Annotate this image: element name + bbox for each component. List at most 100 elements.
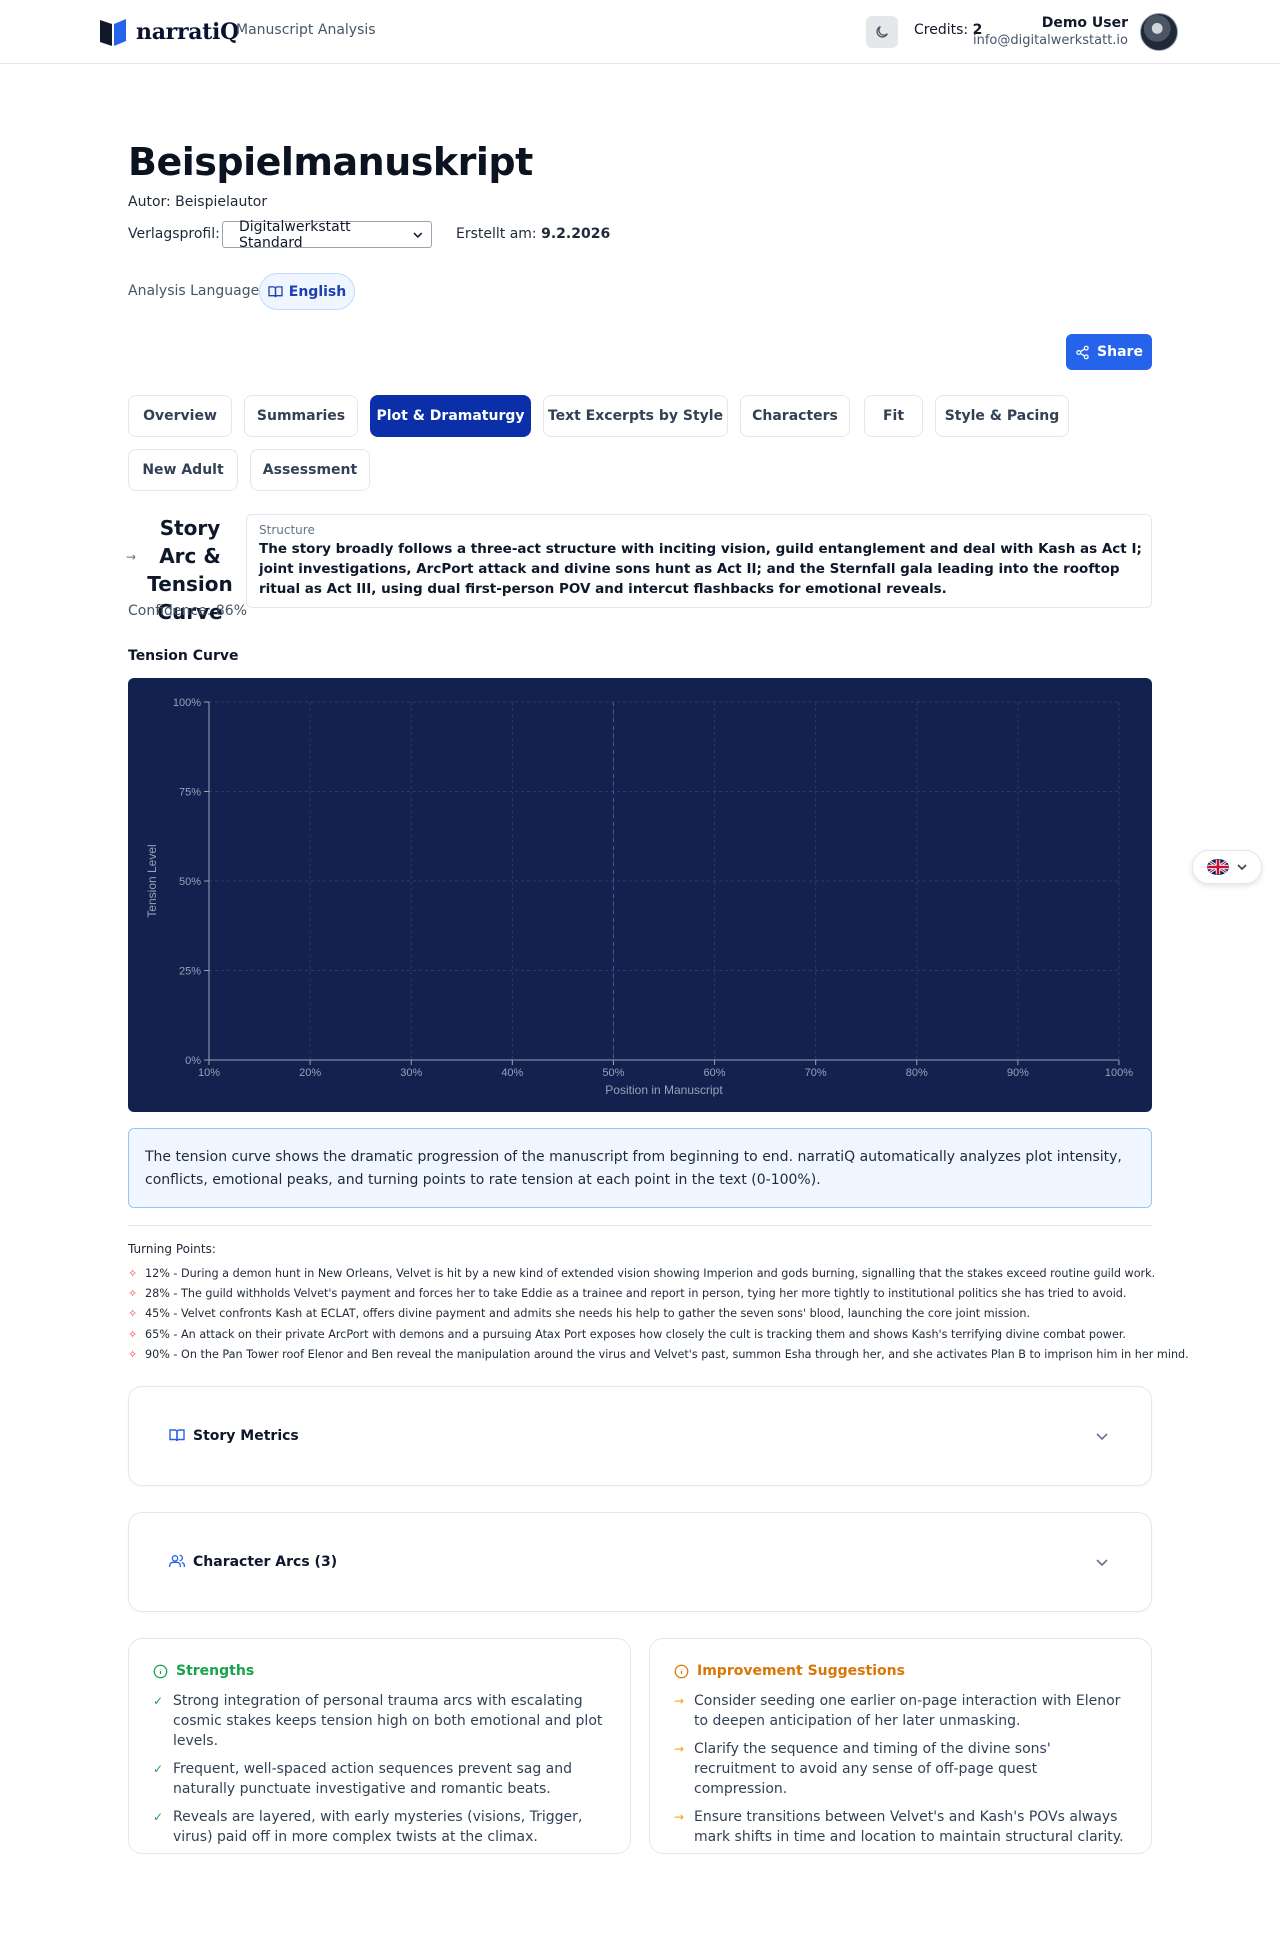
turning-point-item: ✧ 45% - Velvet confronts Kash at ECLAT, o… xyxy=(128,1304,1168,1324)
turning-point-icon: ✧ xyxy=(128,1266,138,1280)
trend-arrow-icon: → xyxy=(126,550,137,564)
book-logo-icon xyxy=(100,19,126,46)
improvement-text: Clarify the sequence and timing of the d… xyxy=(694,1741,1051,1797)
uk-flag-icon xyxy=(1207,859,1229,875)
x-tick-label: 80% xyxy=(906,1067,928,1079)
turning-point-icon: ✧ xyxy=(128,1307,138,1321)
strengths-card: Strengths ✓ Strong integration of persona… xyxy=(128,1638,631,1854)
share-label: Share xyxy=(1097,344,1143,360)
info-circle-icon xyxy=(153,1664,168,1678)
tab-summaries[interactable]: Summaries xyxy=(244,395,358,437)
strength-item: ✓ Strong integration of personal trauma a… xyxy=(153,1691,608,1751)
character-arcs-accordion[interactable]: Character Arcs (3) xyxy=(128,1512,1152,1612)
divider xyxy=(128,1225,1152,1226)
strengths-title: Strengths xyxy=(176,1663,255,1679)
turning-points-list: ✧ 12% - During a demon hunt in New Orlean… xyxy=(128,1263,1189,1364)
structure-box: Structure The story broadly follows a th… xyxy=(246,514,1152,608)
share-button[interactable]: Share xyxy=(1066,334,1152,370)
improvement-item: → Clarify the sequence and timing of the … xyxy=(674,1739,1129,1799)
y-tick-label: 0% xyxy=(185,1055,201,1067)
theme-toggle-button[interactable] xyxy=(866,16,898,48)
x-tick-label: 20% xyxy=(299,1067,321,1079)
improvement-text: Ensure transitions between Velvet's and … xyxy=(694,1809,1124,1845)
tab-style-pacing[interactable]: Style & Pacing xyxy=(935,395,1069,437)
x-tick-label: 40% xyxy=(501,1067,523,1079)
tab-new-adult[interactable]: New Adult xyxy=(128,449,238,491)
arrow-right-icon: → xyxy=(674,1694,685,1708)
x-tick-label: 10% xyxy=(198,1067,220,1079)
book-icon xyxy=(169,1429,185,1442)
created-label: Erstellt am: xyxy=(456,226,537,242)
x-tick-label: 70% xyxy=(805,1067,827,1079)
arrow-right-icon: → xyxy=(674,1742,685,1756)
turning-point-icon: ✧ xyxy=(128,1286,138,1300)
moon-icon xyxy=(876,26,888,38)
check-icon: ✓ xyxy=(153,1762,164,1776)
turning-points-label: Turning Points: xyxy=(128,1242,216,1256)
tension-info-box: The tension curve shows the dramatic pro… xyxy=(128,1128,1152,1208)
y-tick-label: 50% xyxy=(179,876,201,888)
arrow-right-icon: → xyxy=(674,1810,685,1824)
improvement-item: → Consider seeding one earlier on-page in… xyxy=(674,1691,1129,1731)
y-tick-label: 75% xyxy=(179,787,201,799)
publisher-profile-select[interactable]: Digitalwerkstatt Standard xyxy=(222,219,432,251)
check-icon: ✓ xyxy=(153,1694,164,1708)
y-axis-label: Tension Level xyxy=(145,844,159,917)
structure-label: Structure xyxy=(259,523,315,537)
page-title: Beispielmanuskript xyxy=(128,140,533,184)
analysis-language-label: Analysis Language: xyxy=(128,283,264,299)
analysis-language-value: English xyxy=(288,283,347,300)
logo[interactable]: narratiQ xyxy=(98,16,239,48)
tension-chart: 0% 25% 50% 75% 100% 10% 20% 30% 40% 50% 60% 70% 80% 9… xyxy=(128,678,1152,1112)
logo-text: narratiQ xyxy=(136,19,239,45)
header-subtitle: Manuscript Analysis xyxy=(236,22,376,38)
character-arcs-title: Character Arcs (3) xyxy=(193,1554,338,1570)
tab-characters[interactable]: Characters xyxy=(740,395,850,437)
x-tick-label: 30% xyxy=(400,1067,422,1079)
structure-text: The story broadly follows a three-act st… xyxy=(259,541,1142,597)
chevron-down-icon xyxy=(1096,1559,1108,1567)
confidence-score: Confidence: 86% xyxy=(128,603,247,619)
strength-text: Strong integration of personal trauma ar… xyxy=(173,1693,603,1749)
strength-text: Frequent, well-spaced action sequences p… xyxy=(173,1761,572,1797)
strength-item: ✓ Frequent, well-spaced action sequences … xyxy=(153,1759,608,1799)
tab-overview[interactable]: Overview xyxy=(128,395,232,437)
y-tick-label: 100% xyxy=(173,697,201,709)
user-email: info@digitalwerkstatt.io xyxy=(972,33,1128,48)
story-metrics-title: Story Metrics xyxy=(193,1428,299,1444)
info-circle-icon xyxy=(674,1664,689,1678)
turning-point-item: ✧ 28% - The guild withholds Velvet's paym… xyxy=(128,1283,1168,1303)
analysis-language-pill[interactable]: English xyxy=(259,273,355,310)
tab-assessment[interactable]: Assessment xyxy=(250,449,370,491)
author: Autor: Beispielautor xyxy=(128,194,268,210)
y-tick-label: 25% xyxy=(179,966,201,978)
tab-fit[interactable]: Fit xyxy=(864,395,923,437)
check-icon: ✓ xyxy=(153,1810,164,1824)
tab-text-excerpts[interactable]: Text Excerpts by Style xyxy=(543,395,728,437)
created-date: Erstellt am: 9.2.2026 xyxy=(456,226,610,242)
turning-point-text: 90% - On the Pan Tower roof Elenor and B… xyxy=(145,1347,1189,1361)
turning-point-item: ✧ 65% - An attack on their private ArcPor… xyxy=(128,1324,1168,1344)
x-tick-label: 100% xyxy=(1105,1067,1133,1079)
turning-point-item: ✧ 12% - During a demon hunt in New Orlean… xyxy=(128,1263,1168,1283)
strength-item: ✓ Reveals are layered, with early mysteri… xyxy=(153,1807,608,1847)
turning-point-text: 65% - An attack on their private ArcPort… xyxy=(145,1327,1126,1341)
share-icon xyxy=(1076,345,1089,359)
users-icon xyxy=(169,1554,185,1567)
x-tick-label: 60% xyxy=(704,1067,726,1079)
tab-plot-dramaturgy[interactable]: Plot & Dramaturgy xyxy=(370,395,531,437)
language-switcher[interactable] xyxy=(1192,850,1262,884)
chevron-down-icon xyxy=(1237,864,1247,871)
created-value: 9.2.2026 xyxy=(541,226,611,242)
story-metrics-accordion[interactable]: Story Metrics xyxy=(128,1386,1152,1486)
improvements-header: Improvement Suggestions xyxy=(674,1663,905,1679)
strengths-list: ✓ Strong integration of personal trauma a… xyxy=(153,1691,608,1855)
improvement-item: → Ensure transitions between Velvet's and… xyxy=(674,1807,1129,1847)
x-tick-label: 90% xyxy=(1007,1067,1029,1079)
chevron-down-icon xyxy=(413,232,423,238)
turning-point-text: 45% - Velvet confronts Kash at ECLAT, of… xyxy=(145,1307,1031,1321)
improvements-list: → Consider seeding one earlier on-page in… xyxy=(674,1691,1129,1855)
avatar[interactable] xyxy=(1140,13,1178,51)
tension-curve-label: Tension Curve xyxy=(128,648,239,664)
chevron-down-icon xyxy=(1096,1433,1108,1441)
